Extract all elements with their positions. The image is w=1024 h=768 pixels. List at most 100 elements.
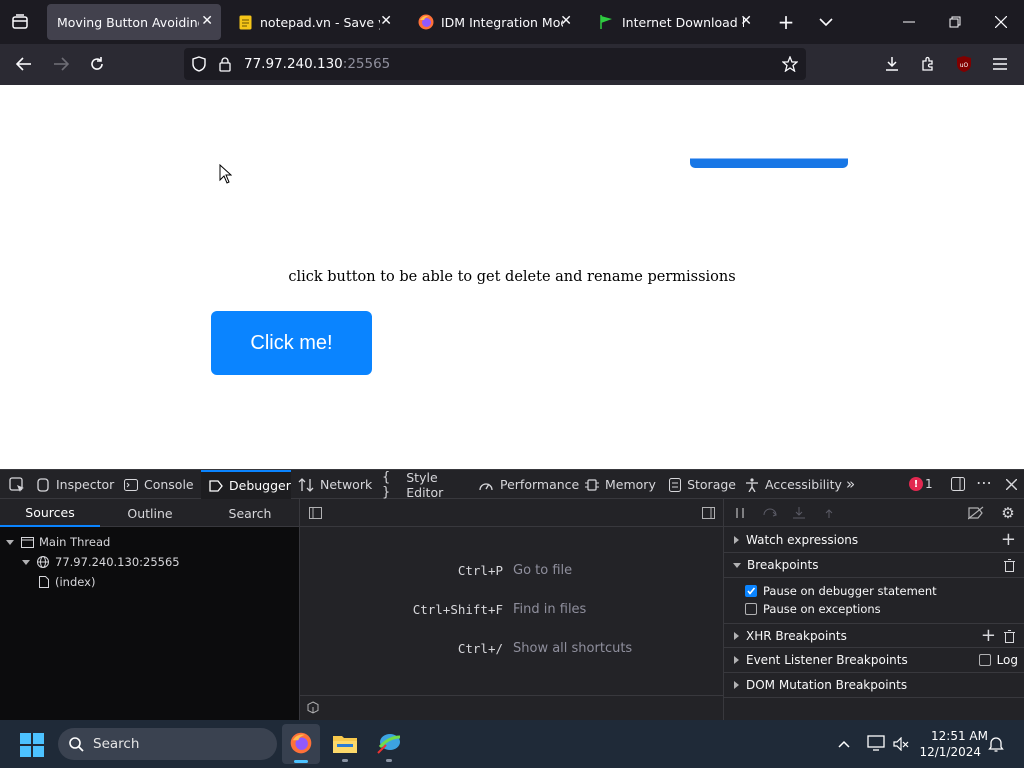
pause-icon[interactable] [733,506,747,520]
step-out-icon[interactable] [821,506,837,520]
back-icon[interactable] [13,54,35,74]
network-monitor-icon[interactable] [867,735,885,754]
ublock-origin-icon[interactable]: uO [954,54,974,74]
list-all-tabs-icon[interactable] [816,12,836,32]
tree-item-main-thread[interactable]: Main Thread [0,533,110,551]
close-tab-icon[interactable]: ✕ [560,13,572,29]
new-tab-icon[interactable]: + [776,10,796,34]
forward-icon[interactable] [50,54,72,74]
taskbar-firefox[interactable] [282,724,320,764]
permission-message: click button to be able to get delete an… [288,269,736,285]
clock-time[interactable]: 12:51 AM [918,729,988,743]
deactivate-breakpoints-icon[interactable] [967,505,985,521]
prettify-source-icon[interactable] [306,700,320,714]
trash-icon[interactable] [1003,558,1015,572]
bookmark-star-icon[interactable] [780,54,800,74]
restore-icon[interactable] [944,12,966,32]
url-bar[interactable]: 77.97.240.130:25565 [184,48,806,80]
tab-style-editor[interactable]: { } Style Editor [382,470,470,500]
network-icon [298,477,314,492]
mouse-cursor-icon [219,163,233,187]
tab-memory-label: Memory [605,477,656,492]
tab-notepad[interactable]: notepad.vn - Save your ✕ [228,4,400,40]
tab-sources[interactable]: Sources [0,499,100,527]
tab-network[interactable]: Network [298,470,372,499]
close-tab-icon[interactable]: ✕ [201,13,213,29]
moving-button[interactable] [690,158,848,168]
log-option[interactable]: Log [978,653,1018,667]
storage-icon [668,477,681,492]
tab-accessibility[interactable]: Accessibility [745,470,842,499]
checkbox-unchecked-icon[interactable] [745,603,757,615]
watch-expressions-header[interactable]: Watch expressions + [724,528,1024,553]
firefox-view-icon[interactable] [10,12,30,32]
dock-side-icon[interactable] [950,476,966,492]
search-icon [68,736,84,752]
trash-icon[interactable] [1003,629,1015,643]
tab-memory[interactable]: Memory [585,470,657,499]
tab-internet-download-manager[interactable]: Internet Download Mar ✕ [588,4,760,40]
tab-moving-button[interactable]: Moving Button Avoiding M ✕ [47,4,221,40]
tab-search[interactable]: Search [200,499,300,527]
firefox-icon [418,14,434,30]
notification-bell-icon[interactable] [988,736,1004,755]
shortcut-description[interactable]: Go to file [513,563,572,578]
pause-on-exceptions-option[interactable]: Pause on exceptions [745,601,881,617]
close-devtools-icon[interactable] [1004,477,1018,491]
more-tools-chevron-icon[interactable]: » [846,475,855,493]
minimize-icon[interactable] [898,12,920,32]
breakpoints-label: Breakpoints [747,558,819,572]
close-tab-icon[interactable]: ✕ [740,13,752,29]
shortcut-description[interactable]: Show all shortcuts [513,641,632,656]
tree-item-host[interactable]: 77.97.240.130:25565 [16,553,180,571]
internet-download-manager-icon[interactable] [376,731,402,758]
tab-inspector[interactable]: Inspector [36,470,116,499]
step-in-icon[interactable] [791,506,807,520]
breakpoints-header[interactable]: Breakpoints [724,553,1024,578]
close-window-icon[interactable] [990,12,1012,32]
checkbox-checked-icon[interactable] [745,585,757,597]
performance-gauge-icon [478,479,494,491]
reload-icon[interactable] [86,54,108,74]
xhr-breakpoints-header[interactable]: XHR Breakpoints + [724,623,1024,648]
running-indicator [386,759,392,762]
taskbar-search-box[interactable]: Search [58,728,277,760]
show-hidden-icons-chevron-icon[interactable] [836,736,852,752]
add-xhr-breakpoint-icon[interactable]: + [981,625,996,646]
devtools-menu-icon[interactable]: ⋯ [976,473,992,492]
pause-on-exceptions-label: Pause on exceptions [763,602,881,616]
tree-item-index[interactable]: (index) [38,573,95,591]
extensions-icon[interactable] [918,54,938,74]
tab-console[interactable]: Console [124,470,198,499]
close-tab-icon[interactable]: ✕ [380,13,392,29]
shortcut-description[interactable]: Find in files [513,602,586,617]
tab-debugger[interactable]: Debugger [201,470,291,499]
tab-outline[interactable]: Outline [100,499,200,527]
add-watch-icon[interactable]: + [1001,529,1016,550]
clock-date[interactable]: 12/1/2024 [918,745,981,759]
tracking-protection-shield-icon[interactable] [190,55,208,73]
toggle-sources-pane-icon[interactable] [308,506,322,520]
volume-muted-icon[interactable] [893,736,909,754]
element-picker-icon[interactable] [8,476,26,494]
step-over-icon[interactable] [762,506,778,520]
dom-mutation-breakpoints-header[interactable]: DOM Mutation Breakpoints [724,673,1024,698]
pause-on-debugger-option[interactable]: Pause on debugger statement [745,583,937,599]
tab-performance[interactable]: Performance [478,470,579,499]
tab-idm-integration[interactable]: IDM Integration Module ✕ [408,4,580,40]
lock-icon[interactable] [217,55,233,73]
event-listener-breakpoints-header[interactable]: Event Listener Breakpoints Log [724,648,1024,673]
checkbox-unchecked-icon[interactable] [978,654,991,666]
error-icon[interactable]: ! [909,477,923,491]
file-explorer-icon[interactable] [333,732,357,757]
accessibility-icon [745,477,759,492]
hamburger-menu-icon[interactable] [990,54,1010,74]
downloads-icon[interactable] [882,54,902,74]
tab-performance-label: Performance [500,477,580,492]
tab-storage[interactable]: Storage [668,470,736,499]
settings-gear-icon[interactable]: ⚙ [1000,504,1016,522]
windows-start-icon[interactable] [20,733,44,760]
click-me-button[interactable]: Click me! [211,311,372,375]
expand-triangle-icon [733,562,741,568]
toggle-sidebar-pane-icon[interactable] [701,506,715,520]
